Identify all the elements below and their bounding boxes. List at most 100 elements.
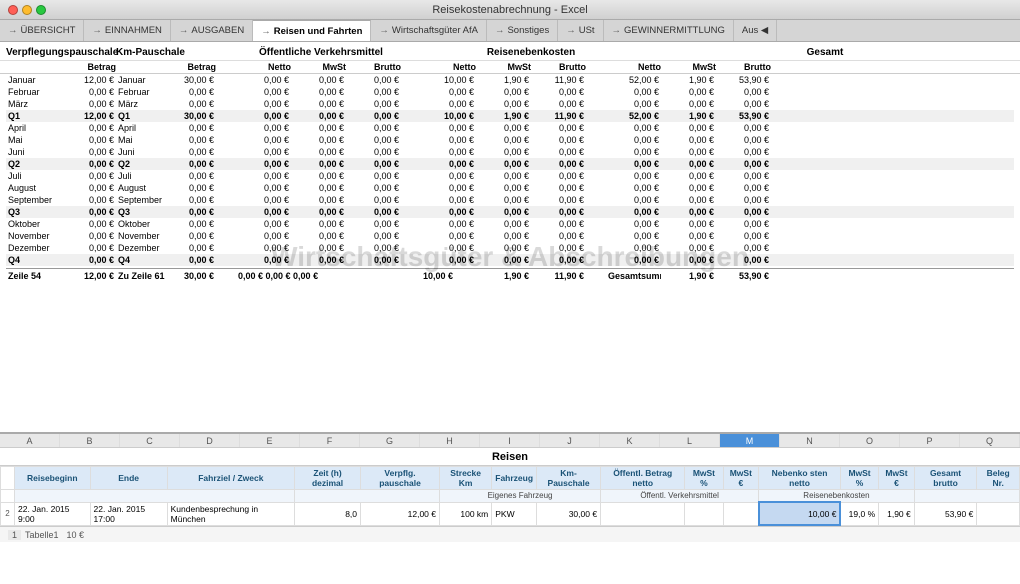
cell: 0,00 € <box>606 87 661 97</box>
cell: 0,00 € <box>66 183 116 193</box>
cell <box>216 135 236 145</box>
ende-cell[interactable]: 22. Jan. 2015 17:00 <box>90 502 167 525</box>
cell: 0,00 € <box>716 171 771 181</box>
fahrziel-header: Fahrziel / Zweck <box>167 467 294 490</box>
cell <box>216 75 236 85</box>
cell: 0,00 € <box>421 171 476 181</box>
window-controls[interactable] <box>8 5 46 15</box>
table-row: Februar0,00 €Februar0,00 €0,00 €0,00 €0,… <box>6 86 1014 98</box>
cell: Februar <box>6 87 66 97</box>
cell: 0,00 € <box>236 99 291 109</box>
tab-wirtschaft[interactable]: → Wirtschaftsgüter AfA <box>371 20 487 42</box>
cell: 0,00 € <box>531 231 586 241</box>
cell: 0,00 € <box>346 135 401 145</box>
cell: 0,00 € <box>716 255 771 265</box>
sub-header-reisenebenkosten: Reisenebenkosten <box>759 490 915 503</box>
cell: 0,00 € <box>661 231 716 241</box>
neben-netto-cell[interactable]: 10,00 € <box>759 502 841 525</box>
minimize-button[interactable] <box>22 5 32 15</box>
cell: 0,00 € <box>606 183 661 193</box>
cell <box>216 99 236 109</box>
table-row: August0,00 €August0,00 €0,00 €0,00 €0,00… <box>6 182 1014 194</box>
cell: Januar <box>116 75 166 85</box>
mwst-header-1: MwSt <box>291 62 346 72</box>
mwst-pct-cell[interactable] <box>685 502 723 525</box>
cell: 0,00 € <box>291 135 346 145</box>
cell: Januar <box>6 75 66 85</box>
cell: 0,00 € <box>346 147 401 157</box>
neben-mwst-euro-cell[interactable]: 1,90 € <box>879 502 915 525</box>
cell <box>586 75 606 85</box>
cell <box>401 159 421 169</box>
data-row-1[interactable]: 2 22. Jan. 2015 9:00 22. Jan. 2015 17:00… <box>1 502 1020 525</box>
cell: 0,00 € <box>606 243 661 253</box>
cell: 0,00 € <box>236 243 291 253</box>
beleg-nr-cell[interactable] <box>977 502 1020 525</box>
cell: 1,90 € <box>476 75 531 85</box>
tab-uebersicht[interactable]: → ÜBERSICHT <box>0 20 84 42</box>
cell: 0,00 € <box>531 195 586 205</box>
title-bar: Reisekostenabrechnung - Excel <box>0 0 1020 20</box>
verpfl-cell[interactable]: 12,00 € <box>361 502 440 525</box>
tab-sonstiges[interactable]: → Sonstiges <box>487 20 558 42</box>
cell: 0,00 € <box>166 123 216 133</box>
cell: 0,00 € <box>346 87 401 97</box>
cell: 0,00 € <box>346 75 401 85</box>
cell: 53,90 € <box>716 111 771 121</box>
cell: 0,00 € <box>236 135 291 145</box>
betrag-header-1: Betrag <box>66 62 116 72</box>
tab-ust[interactable]: → USt <box>558 20 603 42</box>
bottom-footer: 1 Tabelle1 10 € <box>0 526 1020 542</box>
cell: 0,00 € <box>66 171 116 181</box>
sub-header-empty <box>15 490 295 503</box>
fahrzeug-header: Fahrzeug <box>492 467 537 490</box>
tab-einnahmen[interactable]: → EINNAHMEN <box>84 20 171 42</box>
cell: 0,00 € <box>531 123 586 133</box>
cell: 0,00 € <box>166 207 216 217</box>
arrow-icon: → <box>566 25 576 36</box>
cell: Q4 <box>116 255 166 265</box>
oeff-betrag-cell[interactable] <box>601 502 685 525</box>
cell <box>586 195 606 205</box>
gesamt-brutto-cell[interactable]: 53,90 € <box>914 502 977 525</box>
cell: 0,00 € <box>661 87 716 97</box>
cell <box>216 123 236 133</box>
cell: 0,00 € <box>236 147 291 157</box>
reisebeginn-cell[interactable]: 22. Jan. 2015 9:00 <box>15 502 91 525</box>
zeit-cell[interactable]: 8,0 <box>295 502 361 525</box>
cell: 0,00 € <box>236 123 291 133</box>
fahrzeug-cell[interactable]: PKW <box>492 502 537 525</box>
col-letter-l: L <box>660 434 720 447</box>
tab-reisen[interactable]: → Reisen und Fahrten <box>253 20 371 42</box>
cell: 0,00 € <box>236 207 291 217</box>
cell: 30,00 € <box>166 111 216 121</box>
cell: 0,00 € <box>606 231 661 241</box>
col-letter-c: C <box>120 434 180 447</box>
col-letter-i: I <box>480 434 540 447</box>
maximize-button[interactable] <box>36 5 46 15</box>
close-button[interactable] <box>8 5 18 15</box>
cell <box>401 171 421 181</box>
km-pauschale-cell[interactable]: 30,00 € <box>537 502 601 525</box>
strecke-cell[interactable]: 100 km <box>440 502 492 525</box>
sub-header-empty2 <box>295 490 440 503</box>
fahrziel-cell[interactable]: Kundenbesprechung in München <box>167 502 294 525</box>
cell <box>586 183 606 193</box>
mwst-pct-header: MwSt % <box>685 467 723 490</box>
cell: 0,00 € <box>716 159 771 169</box>
col-letter-b: B <box>60 434 120 447</box>
cell: 0,00 € <box>346 195 401 205</box>
tab-aus[interactable]: Aus ◀ <box>734 20 777 42</box>
cell: 11,90 € <box>531 75 586 85</box>
cell: 0,00 € <box>166 219 216 229</box>
cell: 0,00 € <box>346 219 401 229</box>
tab-gewinn[interactable]: → GEWINNERMITTLUNG <box>604 20 734 42</box>
cell: 0,00 € <box>531 243 586 253</box>
neben-mwst-pct-cell[interactable]: 19,0 % <box>840 502 878 525</box>
betrag-header-2: Betrag <box>166 62 216 72</box>
tab-ausgaben[interactable]: → AUSGABEN <box>171 20 253 42</box>
table-row: September0,00 €September0,00 €0,00 €0,00… <box>6 194 1014 206</box>
cell: 0,00 € <box>716 195 771 205</box>
mwst-euro-cell[interactable] <box>723 502 759 525</box>
cell: 0,00 € <box>66 219 116 229</box>
